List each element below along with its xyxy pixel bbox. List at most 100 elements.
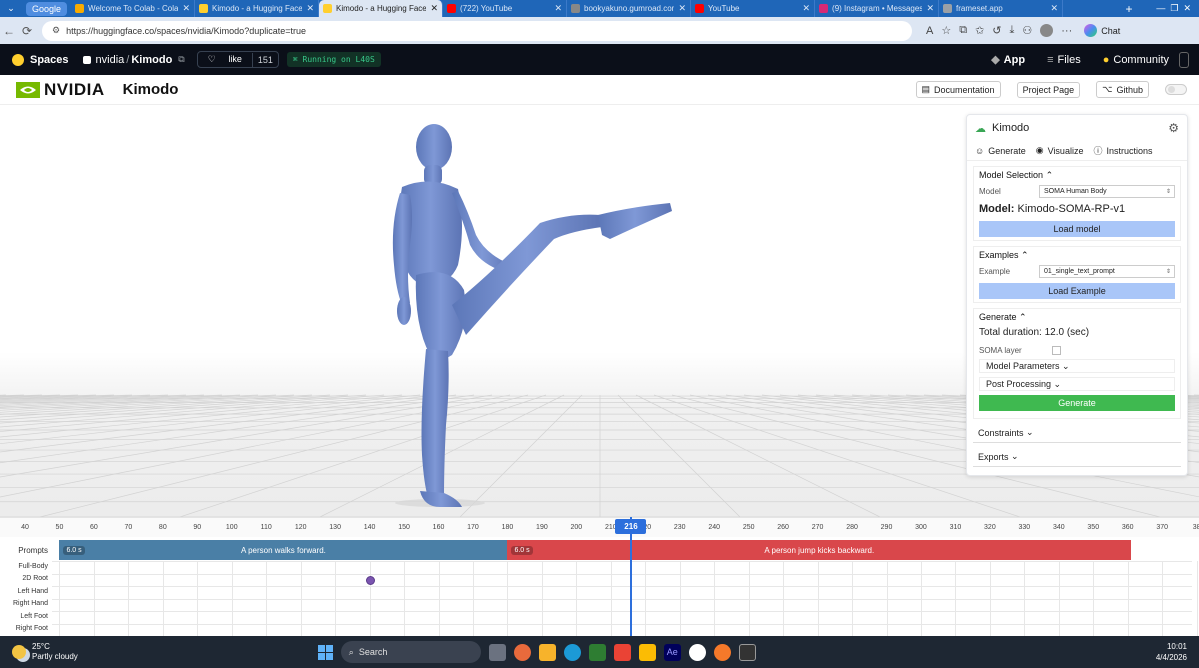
timeline-ruler[interactable]: 40 50 60 70 80 90 100 110 120 130 140 150 160 170 180 1…: [0, 517, 1199, 537]
chevron-down-icon: ⌄: [1062, 360, 1070, 371]
close-tab-icon[interactable]: ✕: [430, 3, 438, 14]
favorite-star-icon[interactable]: ☆: [941, 24, 951, 37]
back-icon[interactable]: ←: [0, 24, 18, 38]
documentation-label: Documentation: [934, 84, 995, 95]
spaces-link[interactable]: Spaces: [30, 54, 69, 66]
generate-header[interactable]: Generate ⌃: [979, 312, 1175, 323]
example-select[interactable]: 01_single_text_prompt ⇕: [1039, 265, 1175, 278]
edge-browser-icon[interactable]: [563, 643, 581, 661]
timeline-editor[interactable]: Prompts Full-Body 2D Root Left Hand Right Ha…: [0, 537, 1199, 637]
window-controls[interactable]: — ❐ ✕: [1139, 3, 1199, 14]
huggingface-logo-icon[interactable]: [12, 53, 24, 66]
download-icon[interactable]: ⤓: [1010, 24, 1015, 37]
browser-tab[interactable]: Kimodo - a Hugging Face Space✕: [319, 0, 444, 17]
copilot-chat-button[interactable]: Chat: [1084, 24, 1120, 37]
close-tab-icon[interactable]: ✕: [182, 3, 190, 14]
exports-accordion[interactable]: Exports ⌄: [973, 447, 1181, 468]
photos-icon[interactable]: [613, 643, 631, 661]
model-select[interactable]: SOMA Human Body ⇕: [1039, 185, 1175, 198]
prompt-segment[interactable]: 6.0 sA person jump kicks backward.: [507, 540, 1132, 560]
soma-layer-checkbox[interactable]: [1051, 346, 1061, 356]
after-effects-icon[interactable]: Ae: [663, 643, 681, 661]
blender-icon[interactable]: [713, 643, 731, 661]
browser-tab[interactable]: frameset.app ✕: [939, 0, 1064, 17]
browser-tab[interactable]: Welcome To Colab - Colab ✕: [71, 0, 196, 17]
browser-tab[interactable]: YouTube ✕: [691, 0, 816, 17]
path-separator: /: [126, 53, 130, 66]
tab-visualize[interactable]: ◉ Visualize: [1036, 145, 1084, 156]
taskbar-search[interactable]: ⌕ Search: [340, 641, 481, 663]
model-parameters-accordion[interactable]: Model Parameters ⌄: [979, 359, 1175, 374]
examples-header[interactable]: Examples ⌃: [979, 250, 1175, 261]
ruler-tick-label: 250: [742, 524, 755, 531]
more-options-icon[interactable]: [1179, 52, 1189, 68]
browser-tab[interactable]: bookyakuno.gumroad.com ✕: [567, 0, 692, 17]
browser-tab[interactable]: Kimodo - a Hugging Face Space✕: [195, 0, 320, 17]
refresh-icon[interactable]: ⟳: [18, 24, 36, 38]
github-button[interactable]: ⌥ Github: [1096, 81, 1149, 98]
copy-icon[interactable]: ⧉: [178, 54, 184, 65]
nvidia-logo: NVIDIA: [16, 80, 105, 100]
url-bar[interactable]: ⚙ https://huggingface.co/spaces/nvidia/K…: [42, 20, 912, 41]
close-tab-icon[interactable]: ✕: [926, 3, 934, 14]
theme-toggle[interactable]: [1165, 84, 1187, 95]
tab-instructions[interactable]: ⓘ Instructions: [1093, 144, 1152, 157]
extensions-icon[interactable]: ⚇: [1022, 24, 1032, 37]
sticky-notes-icon[interactable]: [638, 643, 656, 661]
constraints-accordion[interactable]: Constraints ⌄: [973, 423, 1181, 444]
tab-generate[interactable]: ☺ Generate: [975, 146, 1026, 156]
prompt-segment[interactable]: 6.0 sA person walks forward.: [59, 540, 508, 560]
root-keyframe[interactable]: [365, 576, 375, 585]
frame-gridline: [93, 561, 95, 636]
project-page-button[interactable]: Project Page: [1016, 81, 1081, 98]
frame-gridline: [1127, 561, 1129, 636]
tab-files[interactable]: ≡ Files: [1047, 54, 1081, 66]
task-view-icon[interactable]: [488, 643, 506, 661]
post-processing-accordion[interactable]: Post Processing ⌄: [979, 377, 1175, 392]
new-tab-button[interactable]: +: [1119, 2, 1139, 16]
load-example-button[interactable]: Load Example: [979, 283, 1175, 299]
store-icon[interactable]: [588, 643, 606, 661]
owner-link[interactable]: nvidia: [96, 54, 125, 66]
close-tab-icon[interactable]: ✕: [1050, 3, 1058, 14]
tab-search-button[interactable]: ⌄: [0, 0, 22, 17]
repo-link[interactable]: Kimodo: [131, 54, 172, 66]
like-button[interactable]: ♡ like 151: [196, 51, 279, 68]
tab-community[interactable]: ● Community: [1103, 54, 1169, 66]
favorites-icon[interactable]: ✩: [975, 24, 984, 37]
browser-tab[interactable]: (9) Instagram • Messages ✕: [815, 0, 940, 17]
model-selection-header[interactable]: Model Selection ⌃: [979, 170, 1175, 181]
terminal-icon[interactable]: [738, 643, 756, 661]
file-explorer-icon[interactable]: [538, 643, 556, 661]
site-info-icon[interactable]: ⚙: [52, 25, 60, 36]
playhead-frame-label[interactable]: 216: [615, 519, 647, 534]
tab-app[interactable]: ◆ App: [991, 53, 1025, 66]
generate-button[interactable]: Generate: [979, 395, 1175, 412]
media-player-icon[interactable]: [688, 643, 706, 661]
weather-widget[interactable]: 25°C Partly cloudy: [12, 642, 78, 662]
load-model-button[interactable]: Load model: [979, 221, 1175, 237]
partly-cloudy-icon: [12, 645, 26, 659]
more-menu-icon[interactable]: ···: [1061, 25, 1072, 37]
ruler-tick-label: 38: [1192, 524, 1199, 531]
system-clock[interactable]: 10:01 4/4/2026: [1156, 641, 1187, 663]
frame-gridline: [817, 561, 819, 636]
read-aloud-icon[interactable]: A: [926, 25, 933, 37]
profile-avatar[interactable]: [1040, 24, 1054, 37]
close-tab-icon[interactable]: ✕: [554, 3, 562, 14]
browser-tab[interactable]: (722) YouTube ✕: [443, 0, 568, 17]
windows-start-icon[interactable]: [317, 644, 333, 660]
tab-favicon-icon: [695, 4, 705, 13]
close-tab-icon[interactable]: ✕: [306, 3, 314, 14]
tab-group-label[interactable]: Google: [26, 1, 68, 16]
frame-gridline: [1058, 561, 1060, 636]
close-tab-icon[interactable]: ✕: [678, 3, 686, 14]
split-screen-icon[interactable]: ⧉: [959, 24, 967, 37]
settings-sliders-icon[interactable]: ⚙: [1168, 121, 1179, 135]
panel-title: Kimodo: [992, 122, 1030, 134]
copilot-app-icon[interactable]: [513, 643, 531, 661]
documentation-button[interactable]: ▤ Documentation: [915, 81, 1001, 98]
history-icon[interactable]: ↺: [992, 24, 1001, 37]
playhead-line[interactable]: [630, 517, 633, 636]
close-tab-icon[interactable]: ✕: [802, 3, 810, 14]
